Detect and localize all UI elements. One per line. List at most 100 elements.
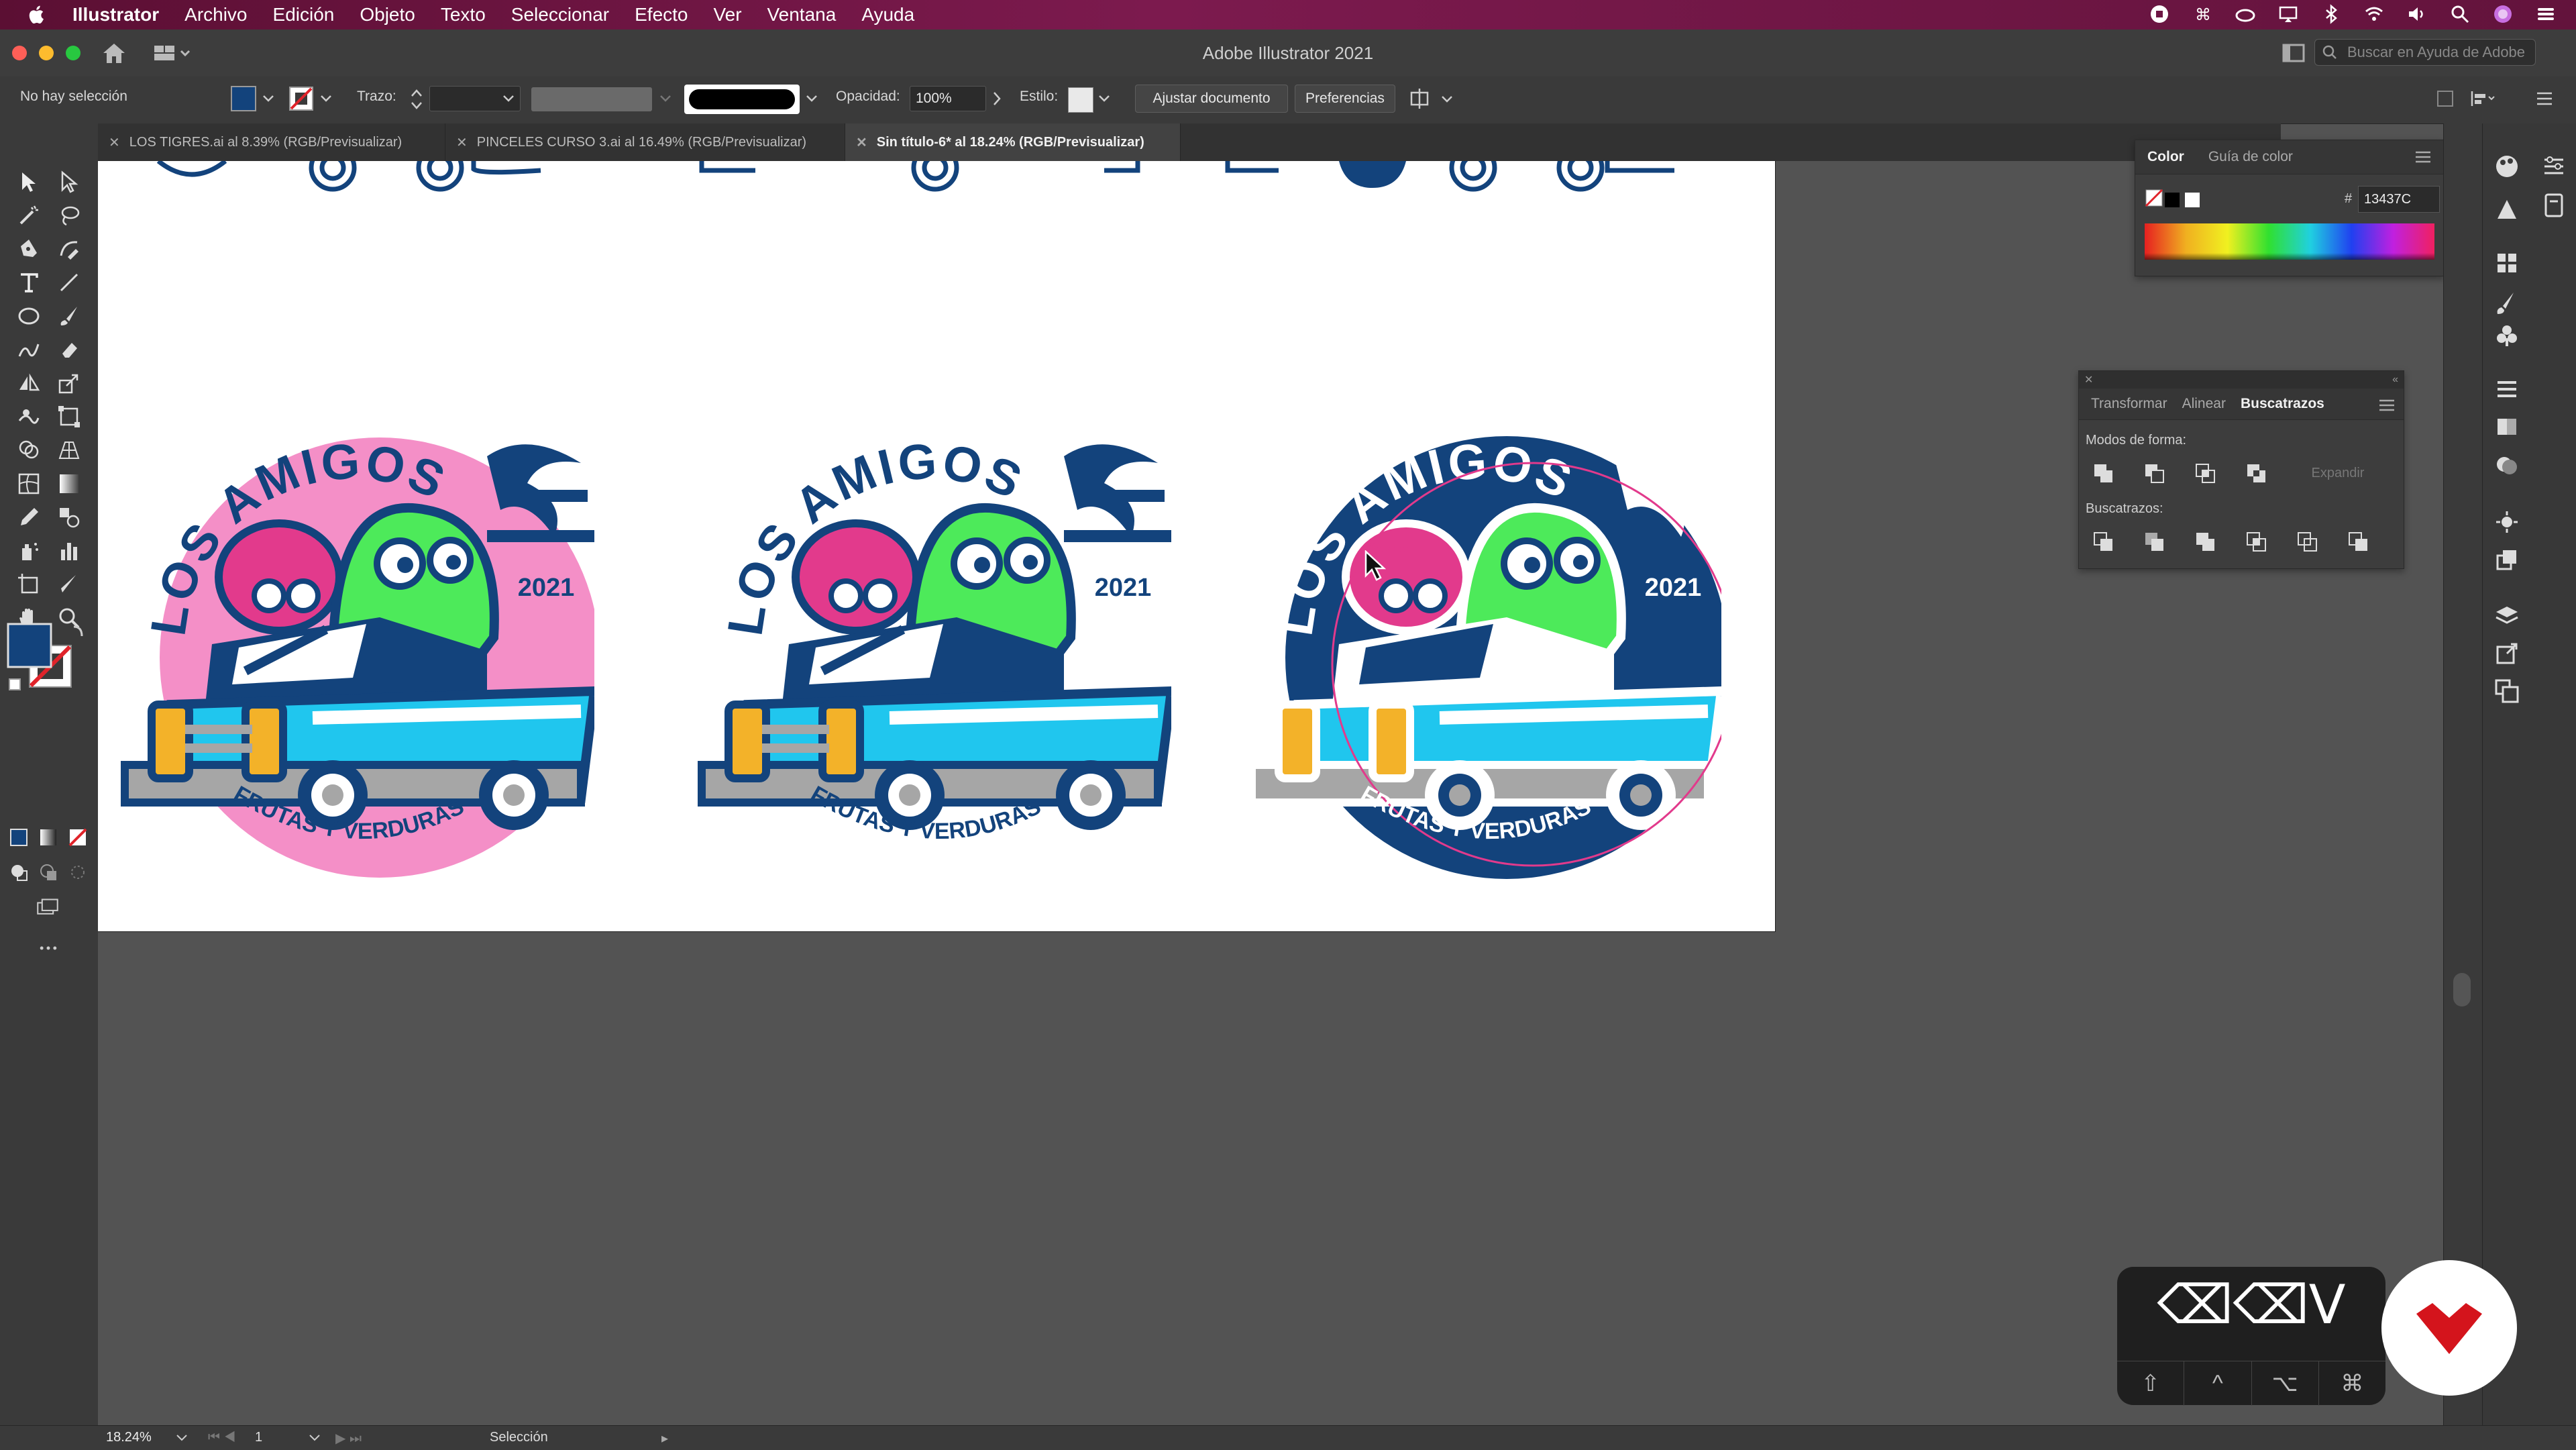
appearance-icon[interactable] [2493, 509, 2520, 535]
volume-icon[interactable] [2407, 4, 2427, 24]
draw-normal-icon[interactable] [5, 859, 32, 886]
free-transform-tool-icon[interactable] [54, 401, 85, 432]
hamburger-menu-icon[interactable] [2534, 89, 2555, 109]
color-spectrum[interactable] [2145, 223, 2434, 260]
hamburger-menu-icon[interactable] [2414, 150, 2432, 164]
magic-wand-tool-icon[interactable] [13, 200, 44, 231]
artboards-icon[interactable] [2493, 678, 2520, 705]
hex-color-field[interactable]: 13437C [2358, 186, 2440, 213]
spotlight-search-icon[interactable] [2450, 4, 2470, 24]
eyedropper-tool-icon[interactable] [13, 502, 44, 533]
menu-efecto[interactable]: Efecto [635, 4, 688, 25]
scrollbar-thumb[interactable] [2453, 973, 2471, 1006]
divide-icon[interactable] [2092, 531, 2115, 554]
wifi-icon[interactable] [2364, 4, 2384, 24]
mesh-tool-icon[interactable] [13, 468, 44, 499]
hamburger-menu-icon[interactable] [2378, 398, 2396, 413]
bluetooth-icon[interactable] [2321, 4, 2341, 24]
intersect-icon[interactable] [2194, 462, 2217, 485]
tab-transform[interactable]: Transformar [2079, 396, 2180, 412]
collapse-panel-icon[interactable]: « [2392, 374, 2398, 386]
paintbrush-tool-icon[interactable] [54, 301, 85, 331]
close-tab-icon[interactable]: ✕ [456, 134, 468, 151]
chevron-right-icon[interactable] [991, 90, 1002, 107]
screen-mirroring-icon[interactable] [2278, 4, 2298, 24]
canvas-area[interactable]: LOS AMIGOS 2021 FRUTAS Y VERDURAS LOS AM… [98, 161, 2446, 1425]
unite-icon[interactable] [2092, 462, 2115, 485]
selection-tool-icon[interactable] [13, 166, 44, 197]
siri-icon[interactable] [2493, 4, 2513, 24]
arrange-documents-icon[interactable] [2282, 43, 2305, 63]
blend-tool-icon[interactable] [54, 502, 85, 533]
chevron-down-icon[interactable] [319, 94, 333, 103]
graphic-styles-icon[interactable] [2493, 546, 2520, 573]
column-graph-tool-icon[interactable] [54, 535, 85, 566]
eraser-tool-icon[interactable] [54, 334, 85, 365]
record-icon[interactable] [2149, 4, 2169, 24]
artboard-nav-last-icon[interactable]: ▶ ⏭ [335, 1430, 362, 1447]
document-tab[interactable]: ✕ PINCELES CURSO 3.ai al 16.49% (RGB/Prev… [445, 123, 845, 161]
artboard-tool-icon[interactable] [13, 569, 44, 600]
exclude-icon[interactable] [2245, 462, 2268, 485]
menu-seleccionar[interactable]: Seleccionar [511, 4, 609, 25]
lasso-tool-icon[interactable] [54, 200, 85, 231]
menu-objeto[interactable]: Objeto [360, 4, 415, 25]
merge-icon[interactable] [2194, 531, 2217, 554]
chevron-down-icon[interactable] [805, 94, 818, 103]
close-tab-icon[interactable]: ✕ [109, 134, 120, 151]
menu-archivo[interactable]: Archivo [184, 4, 247, 25]
tab-pathfinder[interactable]: Buscatrazos [2229, 396, 2337, 412]
status-menu-arrow-icon[interactable]: ▸ [661, 1430, 668, 1447]
screen-mode-icon[interactable] [31, 894, 64, 921]
panel-options-icon[interactable] [2435, 89, 2455, 109]
chevron-down-icon[interactable] [659, 94, 672, 103]
variable-width-profile[interactable] [531, 87, 652, 111]
swatches-icon[interactable] [2493, 250, 2520, 276]
menu-ayuda[interactable]: Ayuda [861, 4, 914, 25]
chevron-down-icon[interactable] [262, 94, 275, 103]
more-tools-icon[interactable] [34, 938, 63, 958]
stroke-weight-stepper-icon[interactable] [409, 86, 424, 113]
fit-document-button[interactable]: Ajustar documento [1135, 85, 1288, 113]
brush-definition-dropdown[interactable] [684, 85, 800, 114]
close-panel-icon[interactable]: ✕ [2084, 373, 2093, 386]
document-tab-active[interactable]: ✕ Sin título-6* al 18.24% (RGB/Previsuali… [845, 123, 1181, 161]
align-options-icon[interactable] [2469, 89, 2496, 109]
fill-stroke-widget[interactable] [7, 623, 85, 696]
menu-texto[interactable]: Texto [441, 4, 486, 25]
logo-variant-navy[interactable]: LOS AMIGOS 2021 FRUTAS Y VERDURAS [1238, 423, 1721, 906]
tab-color[interactable]: Color [2135, 149, 2196, 165]
command-icon[interactable]: ⌘ [2192, 4, 2212, 24]
arrange-icon[interactable] [1409, 87, 1457, 111]
help-search-field[interactable]: Buscar en Ayuda de Adobe [2314, 39, 2536, 66]
color-panel-icon[interactable] [2493, 153, 2520, 180]
apple-icon[interactable] [25, 3, 48, 26]
curvature-tool-icon[interactable] [54, 234, 85, 264]
scale-tool-icon[interactable] [54, 368, 85, 399]
zoom-level-field[interactable]: 18.24% [106, 1427, 186, 1447]
draw-behind-icon[interactable] [35, 859, 62, 886]
layers-icon[interactable] [2493, 603, 2520, 629]
fill-color-mode-icon[interactable] [5, 824, 32, 851]
stroke-swatch-none-icon[interactable] [288, 86, 314, 111]
artboard-number-field[interactable]: 1 [255, 1427, 309, 1447]
perspective-grid-tool-icon[interactable] [54, 435, 85, 466]
crop-icon[interactable] [2245, 531, 2268, 554]
export-asset-icon[interactable] [2493, 640, 2520, 667]
shaper-tool-icon[interactable] [13, 334, 44, 365]
shape-builder-tool-icon[interactable] [13, 435, 44, 466]
ellipse-tool-icon[interactable] [13, 301, 44, 331]
direct-selection-tool-icon[interactable] [54, 166, 85, 197]
fill-swatch[interactable] [231, 86, 256, 111]
menu-edicion[interactable]: Edición [273, 4, 335, 25]
minus-front-icon[interactable] [2143, 462, 2166, 485]
logo-variant-pink[interactable]: LOS AMIGOS 2021 FRUTAS Y VERDURAS [111, 423, 594, 906]
outline-icon[interactable] [2296, 531, 2319, 554]
chevron-down-icon[interactable] [309, 1434, 321, 1442]
control-center-icon[interactable] [2536, 4, 2556, 24]
chevron-down-icon[interactable] [1097, 94, 1111, 103]
symbols-icon[interactable] [2493, 322, 2520, 349]
tab-align[interactable]: Alinear [2180, 396, 2229, 412]
menu-app-name[interactable]: Illustrator [72, 4, 159, 25]
artboard[interactable]: LOS AMIGOS 2021 FRUTAS Y VERDURAS LOS AM… [98, 161, 1775, 931]
